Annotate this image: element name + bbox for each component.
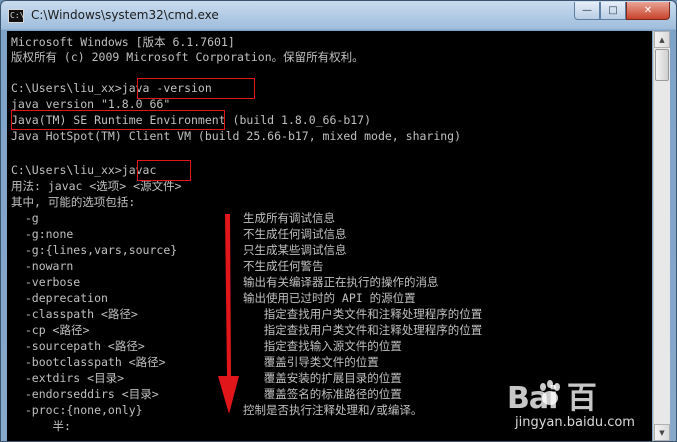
maximize-icon: □: [608, 5, 618, 16]
maximize-button[interactable]: □: [600, 2, 626, 20]
minimize-button[interactable]: —: [574, 2, 600, 20]
title-bar[interactable]: C:\ C:\Windows\system32\cmd.exe — □ ✕: [1, 1, 676, 31]
scroll-up-button[interactable]: ▲: [654, 31, 670, 48]
window-title: C:\Windows\system32\cmd.exe: [31, 8, 219, 22]
close-button[interactable]: ✕: [626, 2, 670, 20]
paw-icon: [540, 380, 560, 405]
watermark-site: jingyan.baidu.com: [515, 415, 635, 430]
window-controls: — □ ✕: [574, 2, 670, 22]
cmd-window: C:\ C:\Windows\system32\cmd.exe — □ ✕ Mi…: [0, 0, 677, 442]
minimize-icon: —: [582, 5, 592, 16]
close-icon: ✕: [643, 5, 653, 16]
chevron-up-icon: ▲: [659, 35, 665, 44]
scrollbar-thumb[interactable]: [655, 49, 669, 81]
baidu-watermark: Bai 百 jingyan.baidu.com: [471, 371, 671, 441]
cmd-app-icon[interactable]: C:\: [8, 9, 24, 23]
